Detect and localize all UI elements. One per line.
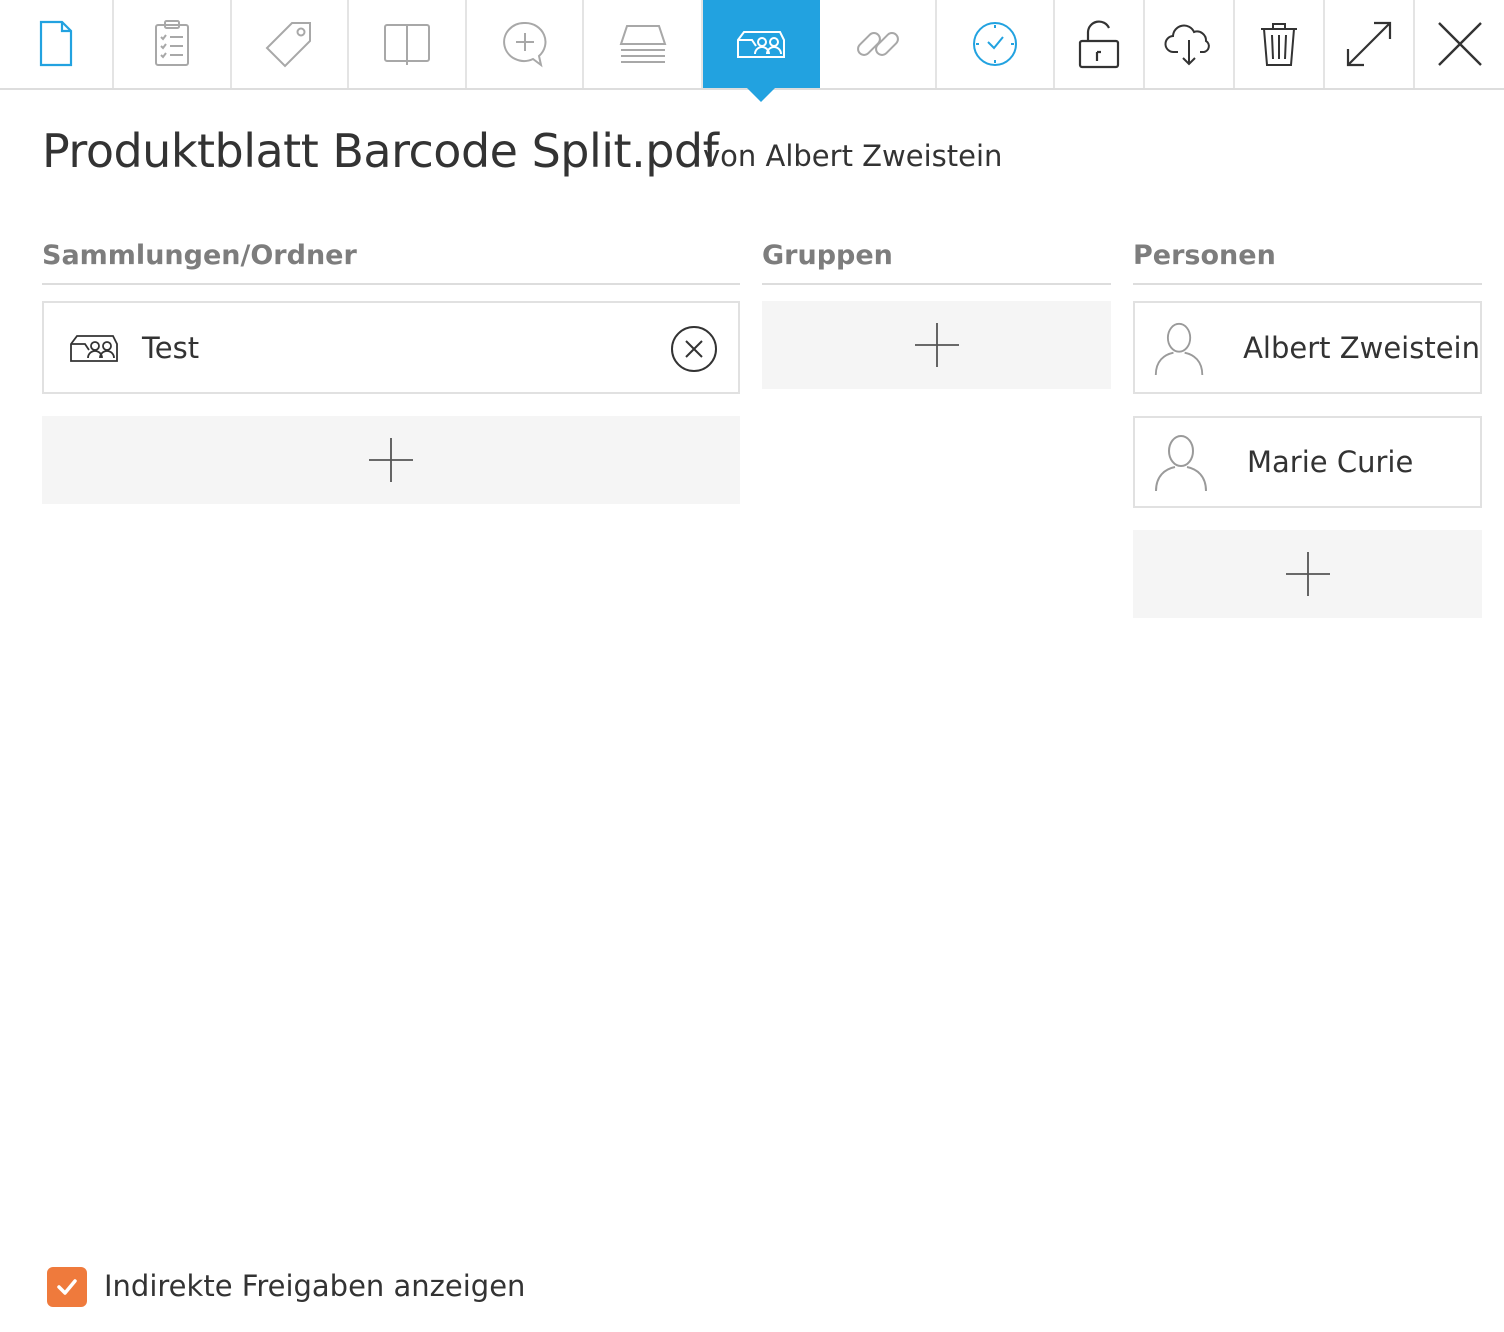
delete-button[interactable] [1235, 0, 1325, 88]
tab-document[interactable] [0, 0, 114, 88]
collection-item: Test [42, 301, 740, 394]
add-person-button[interactable] [1133, 530, 1482, 618]
show-indirect-label: Indirekte Freigaben anzeigen [104, 1269, 526, 1303]
user-icon [1154, 322, 1204, 375]
unlock-button[interactable] [1055, 0, 1145, 88]
tab-checklist[interactable] [114, 0, 232, 88]
expand-button[interactable] [1325, 0, 1415, 88]
person-item-label: Marie Curie [1247, 445, 1414, 479]
book-icon [384, 24, 430, 65]
document-owner: von Albert Zweistein [703, 139, 1003, 173]
unlock-icon [1078, 20, 1120, 69]
link-icon [856, 32, 899, 56]
remove-circle-icon [671, 326, 717, 372]
tag-icon [265, 22, 311, 68]
tab-sharing[interactable] [703, 0, 820, 102]
tray-stack-icon [619, 25, 666, 63]
show-indirect-checkbox[interactable] [47, 1267, 87, 1307]
close-button[interactable] [1415, 0, 1504, 88]
plus-icon [369, 438, 413, 482]
plus-icon [1285, 552, 1330, 596]
expand-icon [1346, 21, 1392, 67]
person-item: Marie Curie [1133, 416, 1482, 508]
tab-comment[interactable] [467, 0, 584, 88]
tab-tray[interactable] [584, 0, 703, 88]
share-folder-icon [736, 31, 785, 58]
clipboard-list-icon [155, 20, 189, 66]
download-button[interactable] [1145, 0, 1235, 88]
clock-icon [973, 22, 1017, 66]
toolbar [0, 0, 1504, 102]
close-icon [1437, 22, 1482, 66]
tab-schedule[interactable] [937, 0, 1055, 88]
collections-heading: Sammlungen/Ordner [42, 240, 740, 285]
add-group-button[interactable] [762, 301, 1111, 389]
cloud-download-icon [1164, 24, 1210, 66]
tab-link[interactable] [820, 0, 937, 88]
share-folder-icon [70, 334, 118, 362]
collection-item-label: Test [142, 330, 200, 365]
checkmark-icon [57, 1279, 77, 1295]
document-icon [39, 20, 73, 67]
tab-book[interactable] [349, 0, 467, 88]
groups-heading: Gruppen [762, 240, 1111, 285]
user-icon [1155, 435, 1207, 492]
remove-collection-button[interactable] [670, 325, 718, 377]
person-item-label: Albert Zweistein [1243, 330, 1480, 365]
document-title: Produktblatt Barcode Split.pdf [42, 124, 719, 178]
persons-heading: Personen [1133, 240, 1482, 285]
add-collection-button[interactable] [42, 416, 740, 504]
trash-icon [1261, 23, 1297, 66]
plus-icon [914, 323, 959, 367]
person-item: Albert Zweistein [1133, 301, 1482, 394]
add-comment-icon [502, 21, 546, 68]
tab-tags[interactable] [232, 0, 349, 88]
